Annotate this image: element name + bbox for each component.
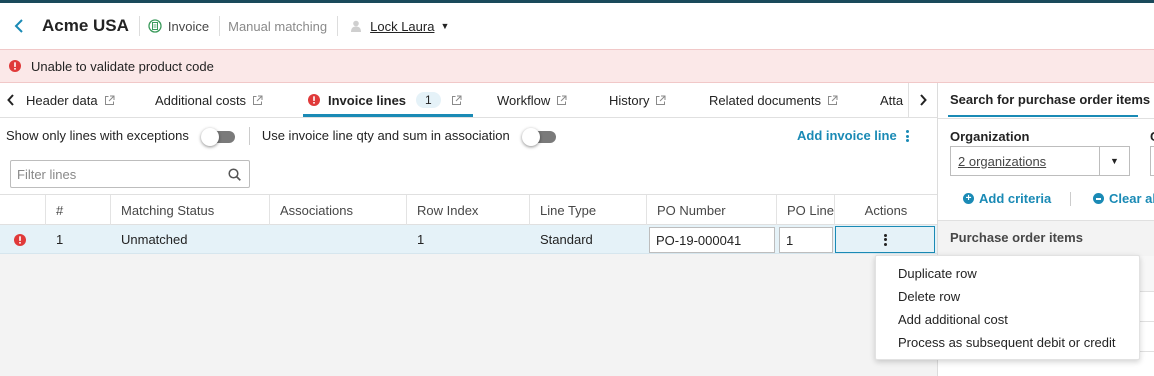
external-link-icon	[828, 95, 838, 105]
column-header[interactable]: Line Type	[529, 195, 646, 225]
exceptions-toggle[interactable]	[200, 127, 237, 146]
po-line-input[interactable]	[779, 227, 833, 253]
divider	[1070, 192, 1071, 206]
tab-scroll-left-icon[interactable]	[0, 83, 22, 117]
error-icon	[308, 94, 320, 106]
po-number-input[interactable]	[649, 227, 775, 253]
organization-label: Organization	[950, 129, 1030, 144]
qty-sum-toggle-label: Use invoice line qty and sum in associat…	[261, 128, 510, 143]
filter-bar	[0, 153, 937, 194]
tab-label: Atta	[880, 92, 904, 108]
user-icon	[350, 20, 362, 32]
more-vertical-icon	[883, 233, 887, 246]
tab-bar: Header data Additional costs Invoice lin…	[0, 83, 937, 118]
header-divider	[337, 16, 339, 36]
tab-search-po-items[interactable]: Search for purchase order items	[950, 92, 1150, 107]
filter-box	[10, 160, 250, 188]
page-header: Acme USA Invoice Manual matching Lock La…	[0, 3, 1154, 49]
row-actions-menu: Duplicate row Delete row Add additional …	[875, 255, 1140, 360]
tab-workflow[interactable]: Workflow	[497, 83, 567, 117]
minus-circle-icon	[1093, 193, 1104, 204]
header-divider	[138, 16, 140, 36]
clear-all-label: Clear all	[1109, 191, 1154, 206]
add-criteria-button[interactable]: + Add criteria	[963, 191, 1051, 206]
qty-sum-toggle[interactable]	[521, 127, 558, 146]
external-link-icon	[656, 95, 666, 105]
tab-attachments[interactable]: Atta	[880, 83, 903, 117]
invoice-doc-icon	[148, 19, 162, 33]
table-header: # Matching Status Associations Row Index…	[0, 194, 937, 225]
lines-toolbar: Show only lines with exceptions Use invo…	[0, 118, 937, 153]
column-header[interactable]: PO Line	[776, 195, 834, 225]
external-link-icon	[557, 95, 567, 105]
external-link-icon	[451, 95, 462, 105]
tab-additional-costs[interactable]: Additional costs	[155, 83, 263, 117]
header-divider	[219, 16, 221, 36]
clear-all-button[interactable]: Clear all	[1093, 191, 1154, 206]
search-icon[interactable]	[228, 168, 241, 181]
tab-label: Invoice lines	[328, 92, 407, 108]
po-items-section-header: Purchase order items	[938, 220, 1154, 257]
tab-label: Header data	[26, 92, 98, 108]
doc-type-label: Invoice	[167, 18, 210, 34]
active-tab-indicator	[303, 114, 473, 117]
add-criteria-label: Add criteria	[979, 191, 1052, 206]
cell-line-type: Standard	[540, 231, 593, 247]
error-icon	[14, 234, 26, 246]
count-badge: 1	[416, 92, 441, 108]
chevron-down-icon[interactable]: ▼	[1099, 147, 1129, 175]
exceptions-toggle-label: Show only lines with exceptions	[6, 128, 189, 143]
menu-item-duplicate-row[interactable]: Duplicate row	[876, 262, 1139, 285]
tab-history[interactable]: History	[609, 83, 666, 117]
column-status-icon	[0, 195, 45, 225]
cell-matching-status: Unmatched	[121, 231, 188, 247]
menu-item-delete-row[interactable]: Delete row	[876, 285, 1139, 308]
menu-item-process-subsequent[interactable]: Process as subsequent debit or credit	[876, 331, 1139, 354]
cell-line-number: 1	[56, 231, 64, 247]
mode-label: Manual matching	[228, 18, 328, 34]
menu-item-add-additional-cost[interactable]: Add additional cost	[876, 308, 1139, 331]
column-header[interactable]: #	[45, 195, 110, 225]
tab-header-data[interactable]: Header data	[26, 83, 115, 117]
toolbar-divider	[248, 126, 250, 145]
chevron-down-icon[interactable]: ▼	[440, 21, 449, 31]
filter-lines-input[interactable]	[11, 166, 221, 182]
organization-value[interactable]: 2 organizations	[958, 154, 1046, 169]
column-header[interactable]: PO Number	[646, 195, 776, 225]
alert-message: Unable to validate product code	[31, 58, 214, 74]
divider	[938, 118, 1154, 119]
column-header[interactable]: Associations	[269, 195, 406, 225]
tab-label: Workflow	[497, 92, 551, 108]
tab-related-documents[interactable]: Related documents	[709, 83, 838, 117]
tab-label: History	[609, 92, 650, 108]
column-header: Actions	[834, 195, 937, 225]
plus-circle-icon: +	[963, 193, 974, 204]
external-link-icon	[253, 95, 263, 105]
add-invoice-line-button[interactable]: Add invoice line	[797, 118, 897, 153]
more-options-icon[interactable]	[902, 128, 912, 144]
second-criteria-label: C	[1150, 129, 1154, 144]
row-actions-button[interactable]	[835, 226, 935, 253]
invoice-lines-panel: Header data Additional costs Invoice lin…	[0, 83, 937, 376]
second-criteria-select[interactable]	[1150, 146, 1154, 176]
external-link-icon	[104, 95, 115, 105]
cell-row-index: 1	[417, 231, 425, 247]
active-tab-indicator	[948, 115, 1138, 117]
back-arrow-icon[interactable]	[12, 19, 26, 33]
column-header[interactable]: Matching Status	[110, 195, 269, 225]
error-icon	[9, 60, 21, 72]
user-menu-link[interactable]: Lock Laura	[370, 19, 434, 34]
table-row[interactable]: 1 Unmatched 1 Standard	[0, 225, 937, 254]
tab-label: Additional costs	[155, 92, 247, 108]
cell-associations	[270, 225, 280, 253]
error-alert-banner: Unable to validate product code	[0, 49, 1154, 83]
section-title[interactable]: Purchase order items	[950, 230, 1083, 245]
tab-scroll-right-icon[interactable]	[908, 83, 937, 117]
organization-select[interactable]: 2 organizations ▼	[950, 146, 1130, 176]
column-header[interactable]: Row Index	[406, 195, 529, 225]
tab-label: Related documents	[709, 92, 822, 108]
tab-invoice-lines[interactable]: Invoice lines 1	[308, 83, 462, 117]
company-name: Acme USA	[42, 16, 129, 35]
